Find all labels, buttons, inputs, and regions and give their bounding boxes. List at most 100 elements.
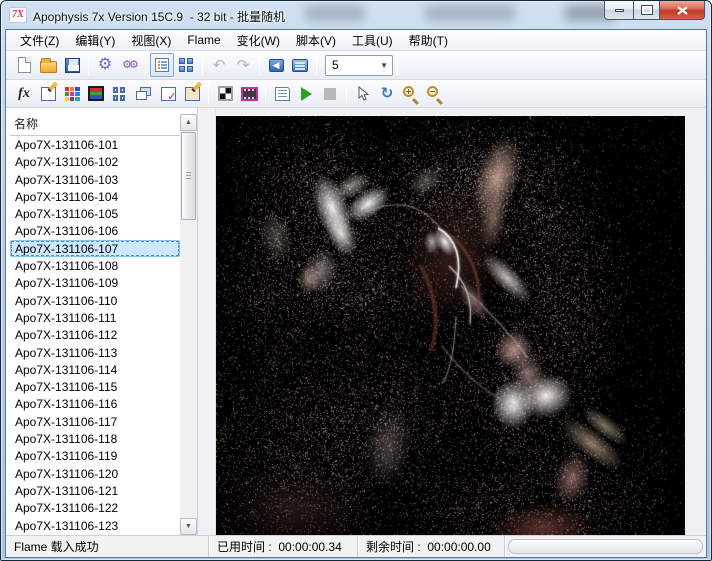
toolbar-separator [265, 84, 266, 104]
list-item[interactable]: Apo7X-131106-102 [10, 153, 180, 170]
render-checker-icon [218, 86, 233, 101]
editor-button[interactable] [36, 82, 60, 106]
render-all-button[interactable] [237, 82, 261, 106]
menu-item[interactable]: 帮助(T) [401, 30, 456, 51]
list-item[interactable]: Apo7X-131106-109 [10, 274, 180, 291]
menu-item[interactable]: Flame [179, 31, 228, 49]
density-dropdown[interactable]: 5 ▼ [325, 55, 393, 76]
remaining-value: 00:00:00.00 [427, 540, 490, 554]
list-item[interactable]: Apo7X-131106-106 [10, 222, 180, 239]
panel-splitter[interactable] [198, 108, 216, 535]
undo-icon: ↶ [213, 58, 226, 73]
gear-icon: ⚙ [98, 57, 112, 73]
list-item[interactable]: Apo7X-131106-120 [10, 465, 180, 482]
main-toolbar: ⚙ ⚙⚙ ↶ ↷ ◀ 5 ▼ [6, 51, 706, 80]
settings-button[interactable]: ⚙ [93, 53, 117, 77]
toolbar-separator [316, 55, 317, 75]
mutation-button[interactable] [108, 82, 132, 106]
stop-batch-button[interactable] [318, 82, 342, 106]
scroll-down-button[interactable]: ▼ [180, 518, 197, 535]
list-item[interactable]: Apo7X-131106-123 [10, 517, 180, 534]
scrollbar-thumb[interactable] [181, 132, 196, 220]
start-batch-button[interactable] [294, 82, 318, 106]
list-item[interactable]: Apo7X-131106-103 [10, 171, 180, 188]
red-check-icon: ✓ [167, 90, 176, 103]
stop-icon [324, 88, 336, 100]
toolbar-separator [145, 55, 146, 75]
variation-editor-button[interactable]: fx [12, 82, 36, 106]
close-button[interactable] [660, 1, 705, 20]
list-item[interactable]: Apo7X-131106-112 [10, 326, 180, 343]
list-item[interactable]: Apo7X-131106-101 [10, 136, 180, 153]
main-area: 名称 Apo7X-131106-101Apo7X-131106-102Apo7X… [6, 108, 706, 535]
select-mode-button[interactable] [351, 82, 375, 106]
thumbnail-view-toggle[interactable] [174, 53, 198, 77]
menu-item[interactable]: 变化(W) [229, 30, 288, 51]
progress-bar [508, 539, 703, 554]
options-button[interactable]: ⚙⚙ [117, 53, 141, 77]
scroll-down-icon: ▼ [185, 523, 192, 530]
script-editor-button[interactable] [180, 82, 204, 106]
list-item[interactable]: Apo7X-131106-108 [10, 257, 180, 274]
grid-view-icon [179, 58, 193, 72]
list-item[interactable]: Apo7X-131106-122 [10, 499, 180, 516]
app-icon: 7X [9, 7, 27, 23]
chevron-down-icon: ▼ [380, 61, 388, 70]
toolbar-separator [397, 55, 398, 75]
list-scrollbar[interactable]: ▲ ▼ [180, 114, 197, 535]
menu-item[interactable]: 视图(X) [123, 30, 179, 51]
elapsed-time-panel: 已用时间 : 00:00:00.34 [209, 536, 358, 557]
script-edit-icon [185, 87, 200, 101]
menu-item[interactable]: 脚本(V) [288, 30, 344, 51]
regenerate-button[interactable]: ↻ [375, 82, 399, 106]
zoom-out-icon [426, 85, 444, 103]
list-item[interactable]: Apo7X-131106-114 [10, 361, 180, 378]
list-item[interactable]: Apo7X-131106-111 [10, 309, 180, 326]
glass-reflection [425, 5, 515, 21]
menu-item[interactable]: 文件(Z) [12, 30, 67, 51]
save-floppy-icon [65, 58, 80, 73]
scroll-up-button[interactable]: ▲ [180, 114, 197, 131]
list-item[interactable]: Apo7X-131106-118 [10, 430, 180, 447]
list-item[interactable]: Apo7X-131106-115 [10, 378, 180, 395]
glass-reflection [305, 5, 365, 21]
toolbar-separator [88, 55, 89, 75]
previous-flame-button[interactable]: ◀ [264, 53, 288, 77]
zoom-in-button[interactable] [399, 82, 423, 106]
list-item[interactable]: Apo7X-131106-107 [10, 240, 180, 257]
cursor-arrow-icon [357, 86, 369, 101]
menu-item[interactable]: 工具(U) [344, 30, 401, 51]
list-item[interactable]: Apo7X-131106-119 [10, 447, 180, 464]
title-bar[interactable]: 7X Apophysis 7x Version 15C.9 - 32 bit -… [5, 1, 707, 29]
script-run-button[interactable]: ✓ [156, 82, 180, 106]
mutation-grid-icon [113, 87, 127, 101]
gradient-button[interactable] [84, 82, 108, 106]
save-button[interactable] [60, 53, 84, 77]
fx-icon: fx [18, 86, 30, 102]
minimize-button[interactable] [604, 1, 633, 20]
zoom-out-button[interactable] [423, 82, 447, 106]
maximize-button[interactable] [633, 1, 660, 20]
list-item[interactable]: Apo7X-131106-113 [10, 344, 180, 361]
adjust-button[interactable] [60, 82, 84, 106]
status-bar: Flame 载入成功 已用时间 : 00:00:00.34 剩余时间 : 00:… [6, 535, 706, 557]
undo-button[interactable]: ↶ [207, 53, 231, 77]
list-item[interactable]: Apo7X-131106-116 [10, 395, 180, 412]
log-button[interactable] [270, 82, 294, 106]
list-view-toggle[interactable] [150, 53, 174, 77]
duplicate-button[interactable] [132, 82, 156, 106]
density-value: 5 [332, 58, 339, 72]
list-item[interactable]: Apo7X-131106-110 [10, 292, 180, 309]
list-item[interactable]: Apo7X-131106-121 [10, 482, 180, 499]
menu-item[interactable]: 编辑(Y) [67, 30, 123, 51]
redo-button[interactable]: ↷ [231, 53, 255, 77]
list-item[interactable]: Apo7X-131106-104 [10, 188, 180, 205]
list-header: 名称 [10, 114, 180, 136]
fullscreen-button[interactable] [288, 53, 312, 77]
maximize-icon [642, 6, 652, 14]
render-button[interactable] [213, 82, 237, 106]
list-item[interactable]: Apo7X-131106-105 [10, 205, 180, 222]
new-flame-button[interactable] [12, 53, 36, 77]
list-item[interactable]: Apo7X-131106-117 [10, 413, 180, 430]
open-button[interactable] [36, 53, 60, 77]
